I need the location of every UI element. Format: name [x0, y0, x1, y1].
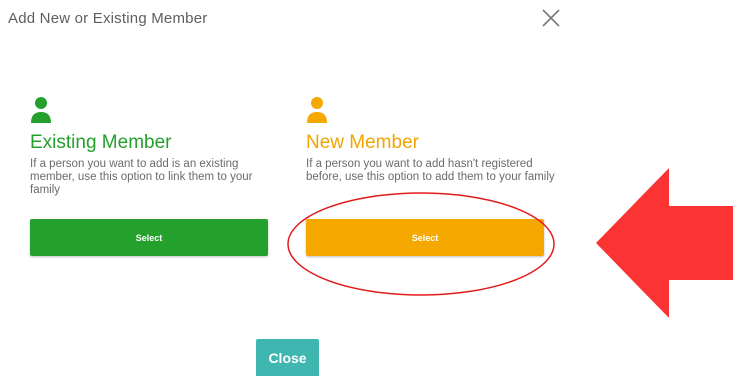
new-member-title: New Member	[306, 132, 419, 153]
left-arrow-icon	[596, 168, 733, 318]
close-button[interactable]: Close	[256, 339, 319, 376]
dialog-title: Add New or Existing Member	[8, 10, 208, 27]
select-new-member-button[interactable]: Select	[306, 219, 544, 256]
person-icon	[307, 97, 327, 123]
add-member-dialog: Add New or Existing Member Existing Memb…	[0, 0, 733, 376]
new-member-option: New Member If a person you want to add h…	[306, 96, 555, 256]
existing-member-description: If a person you want to add is an existi…	[30, 158, 253, 196]
existing-member-title: Existing Member	[30, 132, 172, 153]
existing-member-option: Existing Member If a person you want to …	[30, 96, 268, 256]
select-existing-member-button[interactable]: Select	[30, 219, 268, 256]
new-member-description: If a person you want to add hasn't regis…	[306, 158, 555, 183]
person-icon	[31, 97, 51, 123]
close-x-icon[interactable]	[539, 6, 563, 30]
